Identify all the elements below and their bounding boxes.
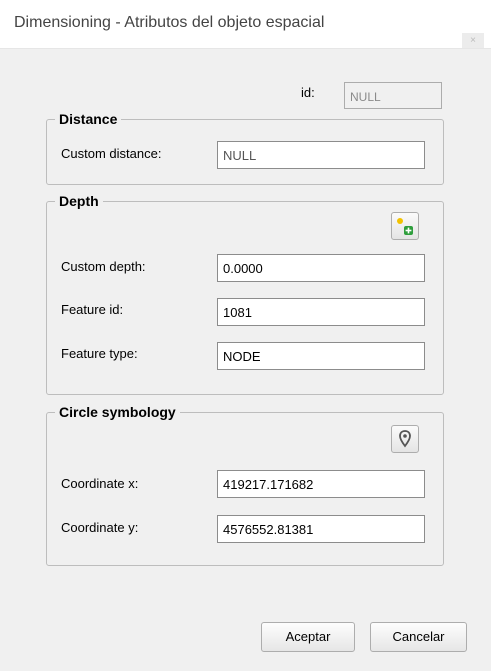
add-point-icon[interactable] (392, 213, 418, 239)
id-label: id: (301, 85, 315, 100)
custom-depth-label: Custom depth: (61, 259, 146, 274)
accept-button[interactable]: Aceptar (261, 622, 355, 652)
custom-distance-field[interactable]: NULL (217, 141, 425, 169)
feature-id-label: Feature id: (61, 302, 124, 317)
feature-type-field[interactable]: NODE (217, 342, 425, 370)
feature-id-field[interactable]: 1081 (217, 298, 425, 326)
circle-symbology-legend: Circle symbology (59, 404, 176, 420)
custom-distance-label: Custom distance: (61, 146, 162, 161)
coordinate-y-field[interactable]: 4576552.81381 (217, 515, 425, 543)
depth-legend: Depth (59, 193, 99, 209)
cancel-button[interactable]: Cancelar (370, 622, 467, 652)
id-field[interactable]: NULL (344, 82, 442, 109)
title-bar: Dimensioning - Atributos del objeto espa… (0, 0, 491, 49)
map-marker-icon[interactable] (392, 426, 418, 452)
feature-type-label: Feature type: (61, 346, 138, 361)
coordinate-y-label: Coordinate y: (61, 520, 139, 535)
close-icon[interactable]: × (470, 35, 476, 46)
coordinate-x-label: Coordinate x: (61, 476, 139, 491)
close-button[interactable]: × (462, 33, 484, 48)
window-title: Dimensioning - Atributos del objeto espa… (14, 14, 325, 31)
add-point-button[interactable] (391, 212, 419, 240)
custom-depth-field[interactable]: 0.0000 (217, 254, 425, 282)
locate-on-map-button[interactable] (391, 425, 419, 453)
coordinate-x-field[interactable]: 419217.171682 (217, 470, 425, 498)
distance-legend: Distance (59, 111, 118, 127)
